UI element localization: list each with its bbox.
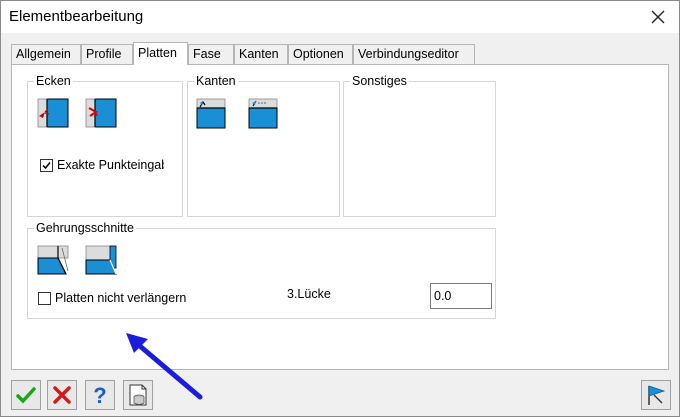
cancel-x-icon — [53, 386, 71, 404]
exakte-punkteingabe-checkbox[interactable]: Exakte Punkteingabe — [40, 158, 164, 172]
tab-profile[interactable]: Profile — [81, 44, 133, 64]
tab-label: Verbindungseditor — [358, 47, 459, 61]
tab-label: Optionen — [293, 47, 344, 61]
corner-option-1-icon[interactable] — [36, 96, 70, 130]
tab-kanten[interactable]: Kanten — [234, 44, 288, 64]
tab-optionen[interactable]: Optionen — [288, 44, 353, 64]
group-ecken: Ecken Exakte Punkteingabe — [27, 73, 183, 217]
flag-pointer-icon — [648, 385, 666, 405]
checkbox-box[interactable] — [40, 158, 53, 172]
edge-option-2-icon[interactable] — [246, 96, 280, 130]
group-title-sonstiges: Sonstiges — [350, 73, 409, 89]
luecke-input[interactable] — [430, 283, 492, 309]
close-icon[interactable] — [645, 4, 671, 30]
miter-option-2-icon[interactable] — [84, 243, 118, 277]
document-db-button[interactable] — [123, 380, 153, 410]
dialog-window: Elementbearbeitung Allgemein Profile Pla… — [0, 0, 680, 417]
tab-label: Profile — [86, 47, 122, 61]
group-gehrungsschnitte: Gehrungsschnitte Platten nicht verlänger… — [27, 220, 496, 319]
checkbox-label: Exakte Punkteingabe — [57, 158, 164, 172]
group-title-gehrungsschnitte: Gehrungsschnitte — [34, 220, 136, 236]
tab-panel-platten: Ecken Exakte Punkteingabe Kanten Sonstig… — [11, 64, 669, 400]
cancel-button[interactable] — [47, 380, 77, 410]
help-button[interactable]: ? — [85, 380, 115, 410]
tab-label: Platten — [138, 46, 177, 60]
platten-nicht-verlaengern-checkbox[interactable]: Platten nicht verlängern — [38, 291, 186, 305]
group-title-kanten: Kanten — [194, 73, 238, 89]
ok-button[interactable] — [11, 380, 41, 410]
luecke-label: 3.Lücke — [287, 287, 331, 301]
corner-option-2-icon[interactable] — [84, 96, 118, 130]
group-sonstiges: Sonstiges — [343, 73, 496, 217]
flag-pointer-button[interactable] — [641, 380, 671, 410]
svg-text:?: ? — [93, 383, 106, 408]
tab-label: Kanten — [239, 47, 279, 61]
tab-verbindungseditor[interactable]: Verbindungseditor — [353, 44, 475, 64]
checkbox-label: Platten nicht verlängern — [55, 291, 187, 305]
window-title: Elementbearbeitung — [9, 8, 144, 25]
tab-platten[interactable]: Platten — [133, 42, 188, 65]
group-title-ecken: Ecken — [34, 73, 73, 89]
miter-option-1-icon[interactable] — [36, 243, 70, 277]
tab-fase[interactable]: Fase — [188, 44, 234, 64]
document-db-icon — [129, 384, 147, 406]
tab-label: Allgemein — [16, 47, 71, 61]
ok-check-icon — [16, 387, 36, 404]
edge-option-1-icon[interactable] — [194, 96, 228, 130]
checkbox-box[interactable] — [38, 291, 51, 305]
tab-allgemein[interactable]: Allgemein — [11, 44, 81, 64]
title-bar: Elementbearbeitung — [1, 1, 679, 33]
help-question-icon: ? — [93, 383, 106, 408]
tab-label: Fase — [193, 47, 221, 61]
group-kanten: Kanten — [187, 73, 340, 217]
